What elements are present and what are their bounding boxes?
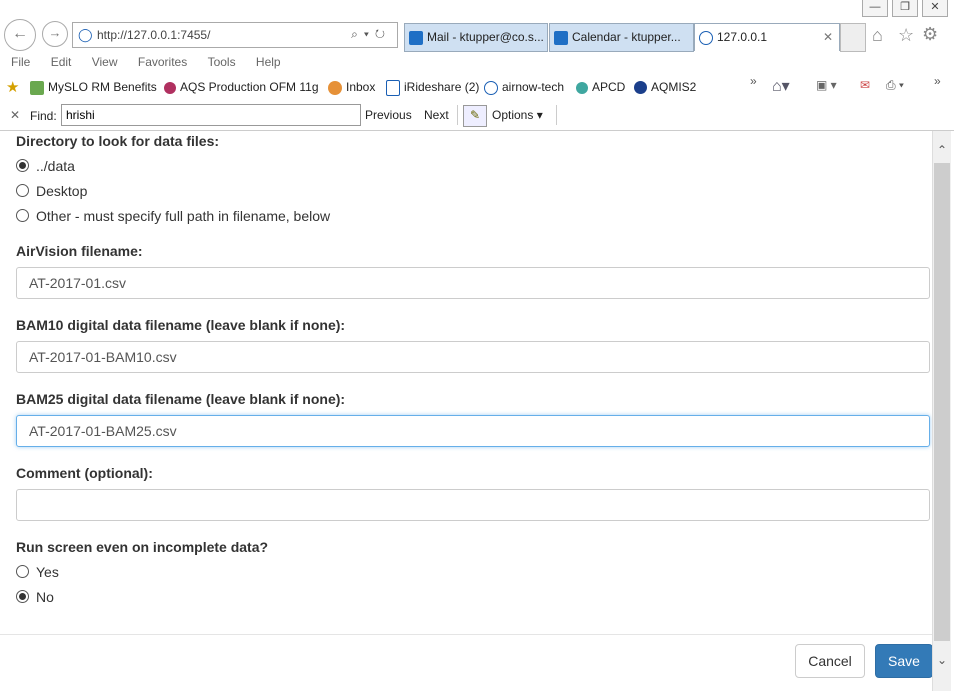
chevron-more-icon[interactable]: »	[750, 74, 757, 88]
feather-icon	[164, 81, 176, 94]
radio-selected-icon	[16, 159, 29, 172]
radio-unselected-icon	[16, 184, 29, 197]
comment-input[interactable]	[16, 489, 930, 521]
apcd-icon	[576, 81, 588, 94]
search-refresh-icons[interactable]: ⌕▾↻	[351, 27, 391, 42]
find-label: Find:	[30, 109, 57, 123]
favorites-add-star-icon[interactable]: ★	[6, 78, 19, 96]
find-input[interactable]	[61, 104, 361, 126]
close-tab-icon[interactable]: ✕	[823, 24, 833, 51]
radio-dir-desktop[interactable]: Desktop	[16, 183, 87, 199]
inbox-icon	[328, 80, 342, 95]
fav-myslo[interactable]: MySLO RM Benefits	[30, 80, 157, 95]
bam25-label: BAM25 digital data filename (leave blank…	[16, 391, 346, 407]
incomplete-label: Run screen even on incomplete data?	[16, 539, 269, 555]
address-url: http://127.0.0.1:7455/	[97, 28, 211, 42]
highlight-pen-icon[interactable]: ✎	[463, 105, 487, 127]
tab-active[interactable]: 127.0.0.1 ✕	[694, 23, 840, 51]
scroll-up-icon[interactable]: ⌃	[935, 143, 949, 157]
find-next-button[interactable]: Next	[424, 108, 449, 122]
radio-unselected-icon	[16, 209, 29, 222]
ie-page-icon: ◯	[78, 27, 93, 42]
aqmis-icon	[634, 81, 647, 95]
bam10-filename-input[interactable]	[16, 341, 930, 373]
favorites-star-icon[interactable]: ☆	[898, 25, 914, 46]
fav-inbox[interactable]: Inbox	[328, 80, 375, 95]
find-options-button[interactable]: Options ▾	[492, 108, 543, 122]
menu-help[interactable]: Help	[256, 55, 281, 69]
fav-airnow[interactable]: airnow-tech	[484, 80, 564, 95]
fav-apcd[interactable]: APCD	[576, 80, 625, 94]
menu-view[interactable]: View	[92, 55, 118, 69]
radio-incomplete-no[interactable]: No	[16, 589, 54, 605]
divider	[556, 105, 557, 125]
vertical-scrollbar[interactable]: ⌃ ⌄	[932, 131, 951, 691]
forward-button[interactable]: →	[42, 21, 68, 47]
ie-tab-icon	[699, 30, 713, 45]
save-button[interactable]: Save	[875, 644, 933, 678]
home-icon[interactable]: ⌂	[872, 25, 883, 46]
tab-mail[interactable]: Mail - ktupper@co.s...	[404, 23, 548, 52]
menu-tools[interactable]: Tools	[208, 55, 236, 69]
rss-icon[interactable]: ▣ ▾	[816, 78, 837, 92]
radio-incomplete-yes[interactable]: Yes	[16, 564, 59, 580]
new-tab-button[interactable]	[840, 23, 866, 52]
scrollbar-thumb[interactable]	[934, 163, 950, 641]
fav-aqs[interactable]: AQS Production OFM 11g	[164, 80, 319, 94]
menu-favorites[interactable]: Favorites	[138, 55, 187, 69]
bam10-label: BAM10 digital data filename (leave blank…	[16, 317, 346, 333]
chevron-overflow-icon[interactable]: »	[934, 74, 941, 88]
form-panel: Directory to look for data files: ../dat…	[0, 131, 932, 634]
cancel-button[interactable]: Cancel	[795, 644, 865, 678]
radio-unselected-icon	[16, 565, 29, 578]
fav-aqmis2[interactable]: AQMIS2	[634, 80, 696, 95]
tab-calendar[interactable]: Calendar - ktupper...	[549, 23, 694, 52]
print-icon[interactable]: ⎙ ▾	[886, 78, 904, 93]
window-controls: — ❐ ✕	[862, 0, 948, 17]
airvision-filename-input[interactable]	[16, 267, 930, 299]
menu-bar: File Edit View Favorites Tools Help	[0, 55, 954, 73]
directory-label: Directory to look for data files:	[16, 133, 220, 149]
bam25-filename-input[interactable]	[16, 415, 930, 447]
menu-edit[interactable]: Edit	[51, 55, 72, 69]
fav-irideshare[interactable]: iRideshare (2)	[386, 80, 479, 96]
dialog-footer: Cancel Save	[0, 634, 933, 694]
mail-icon[interactable]: ✉	[860, 78, 870, 92]
airvision-label: AirVision filename:	[16, 243, 143, 259]
menu-file[interactable]: File	[11, 55, 30, 69]
settings-gear-icon[interactable]: ⚙	[922, 24, 938, 45]
address-bar[interactable]: ◯ http://127.0.0.1:7455/ ⌕▾↻	[72, 22, 398, 48]
comment-label: Comment (optional):	[16, 465, 153, 481]
find-previous-button[interactable]: Previous	[365, 108, 412, 122]
minimize-button[interactable]: —	[862, 0, 888, 17]
ie-page-icon	[386, 80, 400, 96]
close-window-button[interactable]: ✕	[922, 0, 948, 17]
restore-button[interactable]: ❐	[892, 0, 918, 17]
home-toolbar-icon[interactable]: ⌂▾	[772, 76, 790, 96]
myslo-icon	[30, 80, 44, 95]
radio-dir-other[interactable]: Other - must specify full path in filena…	[16, 208, 330, 224]
ie-page-icon	[484, 80, 498, 95]
radio-selected-icon	[16, 590, 29, 603]
find-bar: ✕ Find: Previous Next ✎ Options ▾	[0, 102, 954, 131]
scroll-down-icon[interactable]: ⌄	[935, 653, 949, 667]
browser-chrome: — ❐ ✕ ← → ◯ http://127.0.0.1:7455/ ⌕▾↻ M…	[0, 0, 954, 131]
back-button[interactable]: ←	[4, 19, 36, 51]
outlook-icon	[554, 30, 568, 45]
chevron-down-icon: ▾	[536, 108, 543, 122]
favorites-bar: ★ MySLO RM Benefits AQS Production OFM 1…	[0, 74, 954, 100]
title-bar: — ❐ ✕ ← → ◯ http://127.0.0.1:7455/ ⌕▾↻ M…	[0, 0, 954, 52]
divider	[457, 105, 458, 125]
radio-dir-data[interactable]: ../data	[16, 158, 75, 174]
close-find-icon[interactable]: ✕	[10, 108, 20, 122]
outlook-icon	[409, 30, 423, 45]
